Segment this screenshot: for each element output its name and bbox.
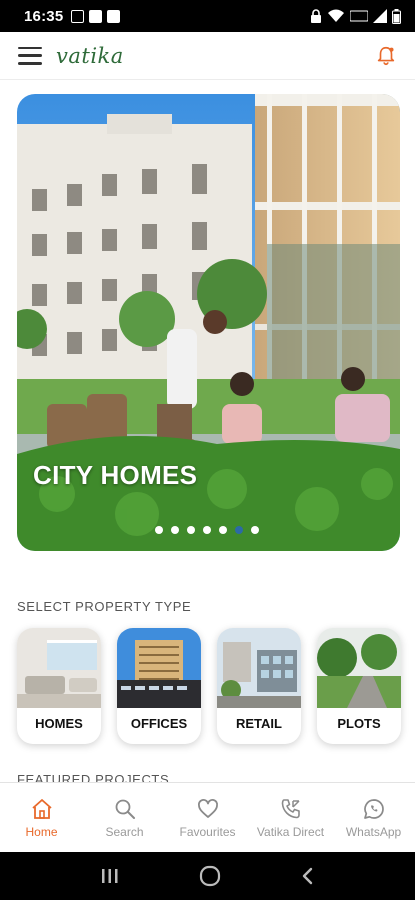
bottom-navigation: Home Search Favourites Vatika Direct Wha… [0, 782, 415, 852]
property-card-offices[interactable]: OFFICES [117, 628, 201, 744]
home-icon [31, 799, 52, 819]
nav-label: Home [25, 825, 58, 839]
property-card-label: PLOTS [337, 716, 381, 731]
wifi-icon [328, 9, 344, 22]
section-title-property-type: SELECT PROPERTY TYPE [17, 599, 192, 614]
carousel-indicator [155, 526, 259, 534]
nav-label: Search [105, 825, 144, 839]
carousel-dot[interactable] [187, 526, 195, 534]
search-icon [115, 799, 135, 819]
volte-icon [350, 10, 368, 22]
nav-label: Vatika Direct [256, 825, 325, 839]
carousel-dot[interactable] [251, 526, 259, 534]
vatika-logo[interactable]: vatika [56, 44, 124, 68]
notification-d-icon [71, 9, 85, 23]
property-card-label: HOMES [35, 716, 83, 731]
phone-call-icon [281, 799, 300, 819]
heart-icon [197, 799, 218, 818]
bell-icon[interactable] [375, 45, 397, 67]
home-circle-icon[interactable] [199, 865, 221, 887]
nav-favourites[interactable]: Favourites [166, 783, 249, 852]
status-bar: 16:35 [0, 0, 415, 32]
battery-icon [392, 8, 401, 24]
homes-image [17, 628, 101, 708]
nav-whatsapp[interactable]: WhatsApp [332, 783, 415, 852]
property-card-retail[interactable]: RETAIL [217, 628, 301, 744]
property-card-label: OFFICES [130, 716, 188, 731]
hero-banner[interactable]: CITY HOMES [17, 94, 400, 551]
lock-icon [311, 9, 321, 23]
system-navigation-bar [0, 852, 415, 900]
signal-icon [373, 9, 387, 23]
back-icon[interactable] [300, 867, 316, 885]
nav-label: Favourites [179, 825, 236, 839]
status-time: 16:35 [24, 7, 64, 25]
v-app-icon [89, 9, 103, 23]
retail-image [217, 628, 301, 708]
property-card-plots[interactable]: PLOTS [317, 628, 401, 744]
nav-search[interactable]: Search [83, 783, 166, 852]
offices-image [117, 628, 201, 708]
plots-image [317, 628, 401, 708]
app-bar: vatika [0, 32, 415, 80]
carousel-dot[interactable] [171, 526, 179, 534]
property-type-list: HOMES OFFICES RETAIL PLOTS [17, 628, 415, 748]
logo-text: vatika [56, 43, 124, 68]
carousel-dot[interactable] [155, 526, 163, 534]
carousel-dot[interactable] [203, 526, 211, 534]
nav-vatika-direct[interactable]: Vatika Direct [249, 783, 332, 852]
property-card-label: RETAIL [236, 716, 282, 731]
nav-label: WhatsApp [345, 825, 402, 839]
hamburger-menu-icon[interactable] [18, 46, 42, 65]
whatsapp-icon [363, 799, 384, 819]
nav-home[interactable]: Home [0, 783, 83, 852]
recent-apps-icon[interactable] [100, 867, 120, 885]
carousel-dot[interactable] [219, 526, 227, 534]
carousel-dot-active[interactable] [235, 526, 243, 534]
property-card-homes[interactable]: HOMES [17, 628, 101, 744]
gallery-icon [107, 9, 121, 23]
hero-caption: CITY HOMES [33, 460, 198, 490]
